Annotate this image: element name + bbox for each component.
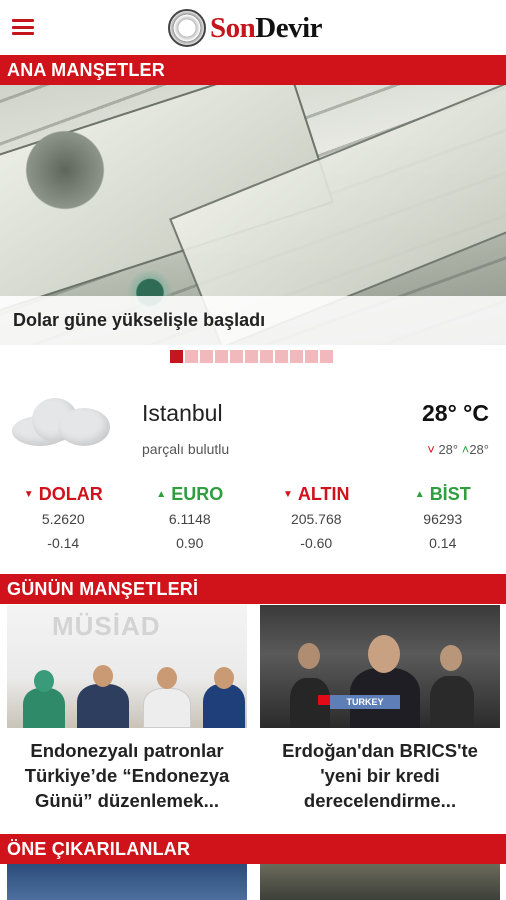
- market-item-euro[interactable]: ▲ EURO 6.1148 0.90: [127, 482, 254, 557]
- slide-dot[interactable]: [305, 350, 318, 363]
- slide-dot[interactable]: [245, 350, 258, 363]
- weather-range: ˅ 28° ˄28°: [427, 442, 489, 457]
- slide-dot[interactable]: [185, 350, 198, 363]
- cloud-icon: [12, 394, 110, 448]
- triangle-down-icon: ▼: [282, 489, 293, 500]
- news-card[interactable]: MÜSİAD Endonezyalı patronlar Türkiye’de …: [7, 605, 247, 813]
- featured-thumbnails: [0, 864, 506, 900]
- section-featured-title: ÖNE ÇIKARILANLAR: [0, 834, 506, 864]
- news-image[interactable]: TURKEY: [260, 605, 500, 728]
- flag-icon: [318, 695, 330, 705]
- market-change: 0.90: [176, 535, 204, 551]
- market-value: 96293: [423, 511, 463, 527]
- weather-widget: Istanbul parçalı bulutlu 28° °C ˅ 28° ˄2…: [0, 380, 506, 470]
- slide-dot[interactable]: [215, 350, 228, 363]
- market-change: -0.14: [47, 535, 80, 551]
- triangle-up-icon: ▲: [156, 489, 167, 500]
- market-change: 0.14: [429, 535, 457, 551]
- logo-text: SonDevir: [210, 11, 323, 44]
- market-value: 5.2620: [41, 511, 85, 527]
- featured-image[interactable]: [260, 864, 500, 900]
- weather-low: 28°: [438, 442, 459, 457]
- market-name: EURO: [171, 484, 224, 504]
- triangle-up-icon: ▲: [414, 489, 425, 500]
- nameplate: TURKEY: [330, 695, 400, 709]
- market-change: -0.60: [300, 535, 333, 551]
- weather-description: parçalı bulutlu: [142, 441, 230, 457]
- news-title[interactable]: Erdoğan'dan BRICS'te 'yeni bir kredi der…: [260, 738, 500, 813]
- market-value: 205.768: [290, 511, 342, 527]
- section-headlines-title: ANA MANŞETLER: [0, 55, 506, 85]
- market-value: 6.1148: [168, 511, 211, 527]
- chevron-down-icon: ˅: [427, 442, 435, 457]
- news-card[interactable]: TURKEY Erdoğan'dan BRICS'te 'yeni bir kr…: [260, 605, 500, 813]
- market-name: ALTIN: [297, 484, 350, 504]
- news-image[interactable]: MÜSİAD: [7, 605, 247, 728]
- news-image-banner: MÜSİAD: [52, 611, 161, 641]
- market-item-bist[interactable]: ▲ BİST 96293 0.14: [380, 482, 506, 557]
- section-todays-headlines-title: GÜNÜN MANŞETLERİ: [0, 574, 506, 604]
- market-name: BİST: [429, 484, 471, 504]
- slide-dot[interactable]: [170, 350, 183, 363]
- market-name: DOLAR: [38, 484, 103, 504]
- hero-image-portrait: [20, 125, 110, 215]
- slide-indicator: [170, 350, 335, 363]
- market-ticker: ▼ DOLAR 5.2620 -0.14 ▲ EURO 6.1148 0.90 ▼ A…: [0, 482, 506, 557]
- logo-emblem-icon: [168, 9, 206, 47]
- logo[interactable]: SonDevir: [168, 8, 323, 48]
- weather-temperature: 28° °C: [422, 400, 489, 426]
- slide-dot[interactable]: [260, 350, 273, 363]
- triangle-down-icon: ▼: [23, 489, 34, 500]
- hero-slide[interactable]: Dolar güne yükselişle başladı: [0, 85, 506, 345]
- top-bar: SonDevir: [0, 0, 506, 55]
- slide-dot[interactable]: [200, 350, 213, 363]
- slide-dot[interactable]: [290, 350, 303, 363]
- slide-dot[interactable]: [230, 350, 243, 363]
- news-title[interactable]: Endonezyalı patronlar Türkiye’de “Endone…: [7, 738, 247, 813]
- hero-caption[interactable]: Dolar güne yükselişle başladı: [0, 296, 506, 345]
- featured-image[interactable]: [7, 864, 247, 900]
- weather-high: 28°: [469, 442, 489, 457]
- weather-city: Istanbul: [142, 400, 223, 426]
- market-item-altin[interactable]: ▼ ALTIN 205.768 -0.60: [253, 482, 380, 557]
- hamburger-menu-icon[interactable]: [12, 19, 34, 35]
- slide-dot[interactable]: [275, 350, 288, 363]
- slide-dot[interactable]: [320, 350, 333, 363]
- market-item-dolar[interactable]: ▼ DOLAR 5.2620 -0.14: [0, 482, 127, 557]
